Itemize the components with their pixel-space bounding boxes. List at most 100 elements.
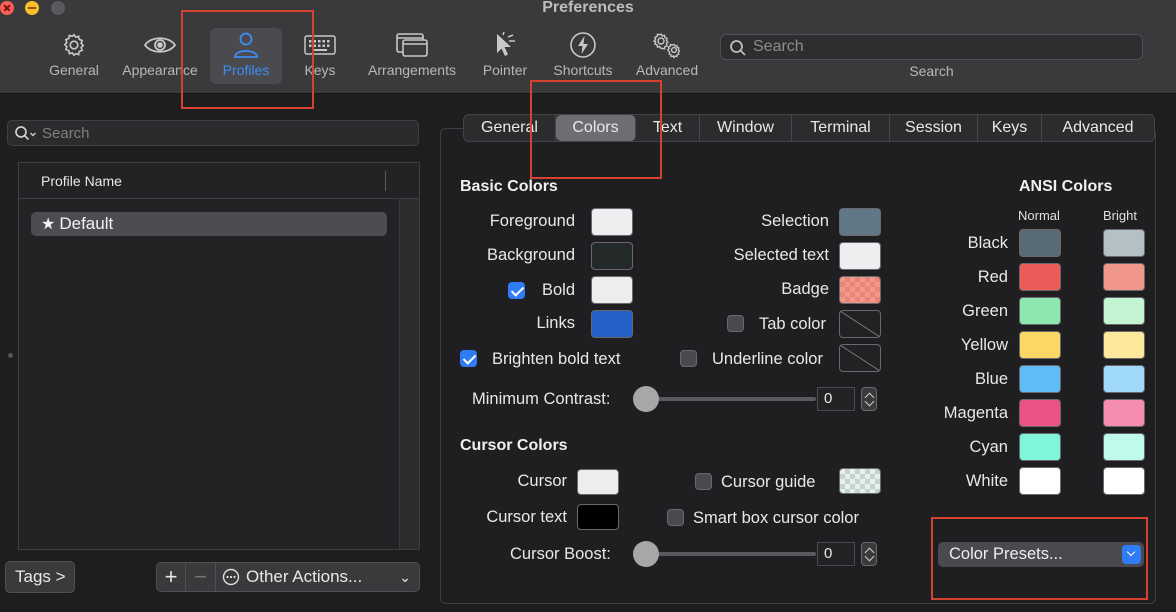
cursor-text-color-well[interactable] [577, 504, 619, 530]
underline-color-well[interactable] [839, 344, 881, 372]
ansi-red-normal-well[interactable] [1019, 263, 1061, 291]
ansi-white-normal-well[interactable] [1019, 467, 1061, 495]
toolbar-label: Profiles [222, 62, 270, 78]
ansi-green-label: Green [962, 302, 1008, 320]
toolbar-keys[interactable]: Keys [296, 28, 344, 84]
links-color-well[interactable] [591, 310, 633, 338]
toolbar-profiles[interactable]: Profiles [210, 28, 282, 84]
search-label: Search [909, 63, 954, 79]
ansi-cyan-bright-well[interactable] [1103, 433, 1145, 461]
other-actions-label: Other Actions... [246, 567, 363, 586]
ansi-white-bright-well[interactable] [1103, 467, 1145, 495]
tab-window[interactable]: Window [700, 115, 792, 141]
profile-search-input[interactable] [42, 124, 402, 142]
cursor-boost-knob[interactable] [633, 541, 659, 567]
person-icon [210, 28, 282, 62]
ansi-green-bright-well[interactable] [1103, 297, 1145, 325]
star-icon: ★ [41, 216, 56, 233]
other-actions-button[interactable]: Other Actions... ⌄ [216, 562, 420, 592]
minimum-contrast-knob[interactable] [633, 386, 659, 412]
cursor-color-well[interactable] [577, 469, 619, 495]
bold-label: Bold [542, 281, 576, 299]
selection-color-well[interactable] [839, 208, 881, 236]
cursor-guide-checkbox[interactable] [695, 473, 712, 490]
ansi-green-normal-well[interactable] [1019, 297, 1061, 325]
bold-checkbox[interactable] [508, 282, 525, 299]
preferences-search[interactable] [720, 34, 1143, 60]
ansi-red-bright-well[interactable] [1103, 263, 1145, 291]
toolbar-label: Appearance [122, 62, 198, 78]
cursor-guide-color-well[interactable] [839, 468, 881, 494]
windows-icon [362, 28, 462, 62]
ansi-white-label: White [965, 472, 1008, 490]
add-profile-button[interactable]: + [156, 562, 186, 592]
tab-keys[interactable]: Keys [978, 115, 1042, 141]
toolbar-label: Pointer [482, 62, 528, 78]
toolbar-pointer[interactable]: Pointer [478, 28, 532, 84]
toolbar-shortcuts[interactable]: Shortcuts [548, 28, 618, 84]
ansi-black-normal-well[interactable] [1019, 229, 1061, 257]
ansi-blue-bright-well[interactable] [1103, 365, 1145, 393]
bold-color-well[interactable] [591, 276, 633, 304]
profile-list-scrollbar[interactable] [399, 199, 419, 549]
ellipsis-circle-icon [222, 568, 240, 586]
cursor-label: Cursor [517, 472, 567, 490]
keyboard-icon [296, 28, 344, 62]
profile-list-header[interactable]: Profile Name [19, 163, 419, 199]
selected-text-label: Selected text [733, 246, 829, 264]
minimum-contrast-field[interactable]: 0 [817, 387, 855, 411]
toolbar-arrangements[interactable]: Arrangements [362, 28, 462, 84]
chevron-down-icon [1122, 545, 1141, 564]
background-color-well[interactable] [591, 242, 633, 270]
toolbar-appearance[interactable]: Appearance [117, 28, 203, 84]
magnifier-dropdown-icon [14, 125, 38, 148]
color-presets-button[interactable]: Color Presets... [938, 542, 1144, 567]
cursor-boost-stepper[interactable] [861, 542, 877, 566]
minimum-contrast-slider[interactable] [640, 397, 816, 401]
ansi-cyan-normal-well[interactable] [1019, 433, 1061, 461]
underline-color-checkbox[interactable] [680, 350, 697, 367]
underline-color-label: Underline color [712, 350, 823, 368]
badge-color-well[interactable] [839, 276, 881, 304]
tab-color-well[interactable] [839, 310, 881, 338]
lightning-icon [548, 28, 618, 62]
toolbar-advanced[interactable]: Advanced [632, 28, 702, 84]
tab-general[interactable]: General [464, 115, 556, 141]
minimum-contrast-stepper[interactable] [861, 387, 877, 411]
tab-advanced[interactable]: Advanced [1042, 115, 1154, 141]
ansi-yellow-normal-well[interactable] [1019, 331, 1061, 359]
gears-icon [632, 28, 702, 62]
toolbar-general[interactable]: General [44, 28, 104, 84]
normal-column-header: Normal [1018, 208, 1060, 223]
cursor-boost-slider[interactable] [640, 552, 816, 556]
tab-text[interactable]: Text [636, 115, 700, 141]
tab-terminal[interactable]: Terminal [792, 115, 890, 141]
tab-color-checkbox[interactable] [727, 315, 744, 332]
remove-profile-button[interactable]: − [186, 562, 216, 592]
foreground-color-well[interactable] [591, 208, 633, 236]
tags-button[interactable]: Tags > [5, 561, 75, 593]
split-handle[interactable] [8, 353, 13, 358]
tab-colors[interactable]: Colors [556, 115, 636, 141]
preferences-search-input[interactable] [753, 38, 1133, 56]
brighten-bold-checkbox[interactable] [460, 350, 477, 367]
toolbar-label: Keys [304, 62, 336, 78]
ansi-black-bright-well[interactable] [1103, 229, 1145, 257]
smart-box-cursor-checkbox[interactable] [667, 509, 684, 526]
ansi-yellow-bright-well[interactable] [1103, 331, 1145, 359]
cursor-guide-label: Cursor guide [721, 473, 816, 491]
profile-search[interactable] [7, 120, 419, 146]
selected-text-color-well[interactable] [839, 242, 881, 270]
ansi-magenta-normal-well[interactable] [1019, 399, 1061, 427]
background-label: Background [486, 246, 575, 264]
color-presets-label: Color Presets... [949, 545, 1063, 563]
gear-icon [44, 28, 104, 62]
ansi-blue-normal-well[interactable] [1019, 365, 1061, 393]
ansi-magenta-bright-well[interactable] [1103, 399, 1145, 427]
profile-list: Profile Name ★ Default [18, 162, 420, 550]
profile-row-default[interactable]: ★ Default [31, 212, 387, 236]
tab-session[interactable]: Session [890, 115, 978, 141]
toolbar-label: Advanced [635, 62, 699, 78]
profile-name-column: Profile Name [41, 173, 122, 189]
cursor-boost-field[interactable]: 0 [817, 542, 855, 566]
